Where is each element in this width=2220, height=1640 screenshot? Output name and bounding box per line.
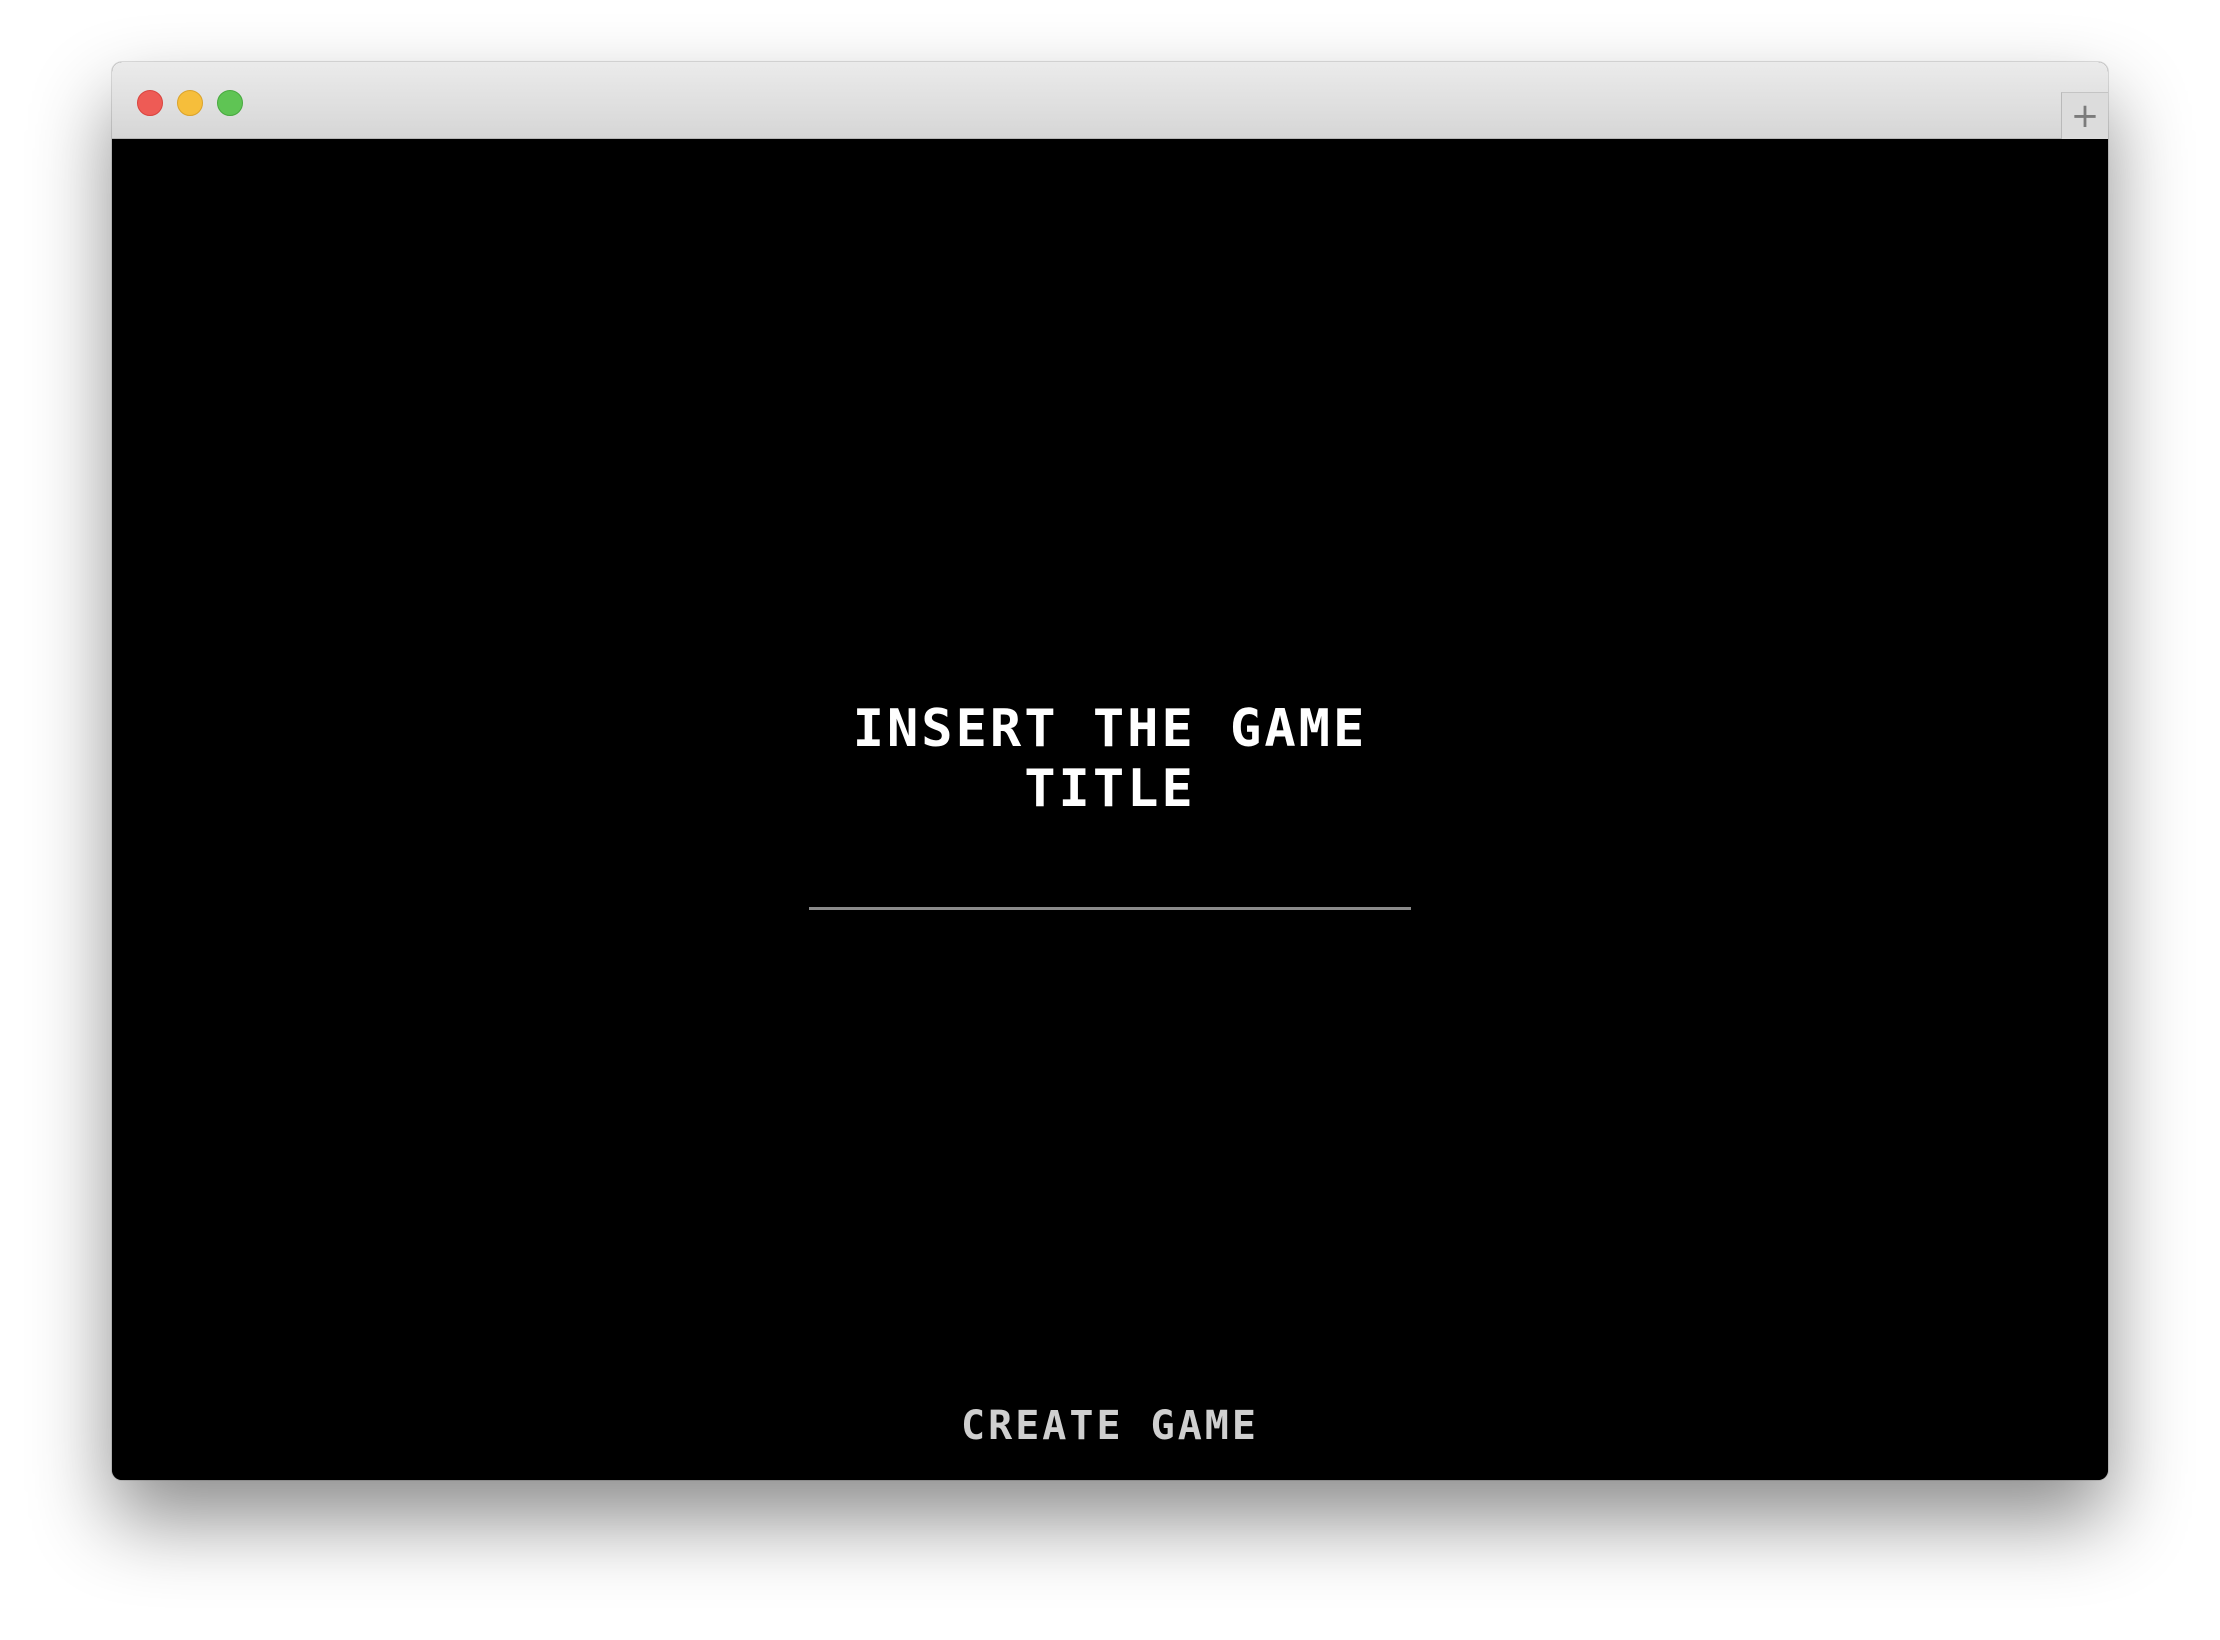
zoom-window-button[interactable]: [217, 90, 243, 116]
title-input-underline: [809, 907, 1411, 910]
new-tab-button[interactable]: +: [2061, 92, 2108, 139]
create-game-button[interactable]: CREATE GAME: [112, 1404, 2108, 1448]
close-window-button[interactable]: [137, 90, 163, 116]
window-titlebar: +: [112, 62, 2108, 139]
plus-icon: +: [2070, 96, 2100, 136]
game-title-line-1: INSERT THE GAME: [852, 699, 1368, 759]
game-title-line-2: TITLE: [1024, 759, 1196, 819]
minimize-window-button[interactable]: [177, 90, 203, 116]
game-screen: INSERT THE GAME TITLE CREATE GAME: [112, 139, 2108, 1480]
game-title[interactable]: INSERT THE GAME TITLE: [112, 699, 2108, 819]
browser-window: + INSERT THE GAME TITLE CREATE GAME: [112, 62, 2108, 1480]
